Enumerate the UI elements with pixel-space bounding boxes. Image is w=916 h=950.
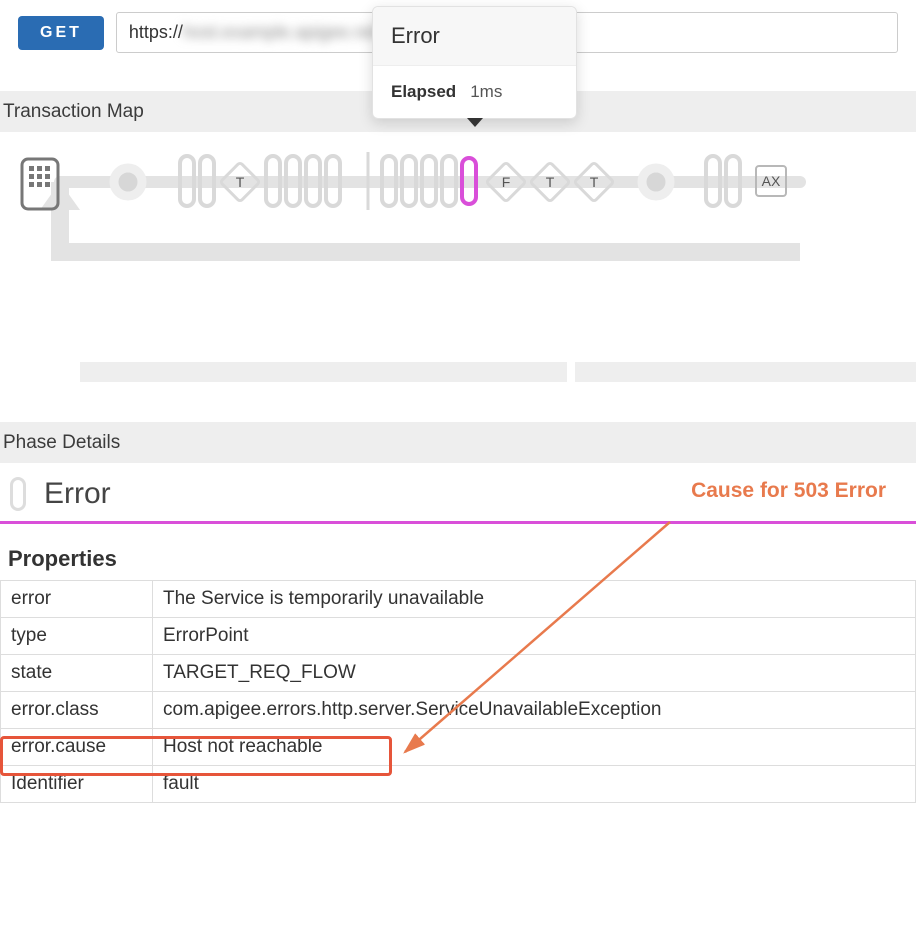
table-row: errorThe Service is temporarily unavaila… [1, 581, 916, 618]
cause-annotation: Cause for 503 Error [691, 479, 886, 503]
transaction-map[interactable]: T F T T AX [0, 132, 916, 292]
table-row: error.classcom.apigee.errors.http.server… [1, 692, 916, 729]
svg-text:T: T [546, 174, 555, 190]
phase-details-header: Phase Details [0, 422, 916, 463]
tooltip-elapsed-label: Elapsed [391, 82, 456, 102]
tooltip-title: Error [373, 7, 576, 66]
url-prefix: https:// [129, 22, 183, 42]
tooltip-elapsed-value: 1ms [470, 82, 502, 102]
tooltip-arrow-icon [467, 118, 483, 127]
table-row-error-cause: error.causeHost not reachable [1, 729, 916, 766]
phase-name: Error [44, 477, 111, 511]
flow-node-dot [114, 168, 142, 196]
table-row: Identifierfault [1, 766, 916, 803]
step-tooltip: Error Elapsed 1ms [372, 6, 577, 119]
properties-table: errorThe Service is temporarily unavaila… [0, 580, 916, 803]
table-row: typeErrorPoint [1, 618, 916, 655]
flow-node-dot [642, 168, 670, 196]
svg-text:AX: AX [762, 173, 781, 189]
table-row: stateTARGET_REQ_FLOW [1, 655, 916, 692]
detail-bars [80, 362, 916, 382]
svg-text:F: F [502, 174, 511, 190]
properties-title: Properties [0, 524, 916, 578]
http-method-button[interactable]: GET [18, 16, 104, 50]
svg-text:T: T [590, 174, 599, 190]
svg-text:T: T [236, 174, 245, 190]
phase-pill-icon [10, 477, 26, 511]
